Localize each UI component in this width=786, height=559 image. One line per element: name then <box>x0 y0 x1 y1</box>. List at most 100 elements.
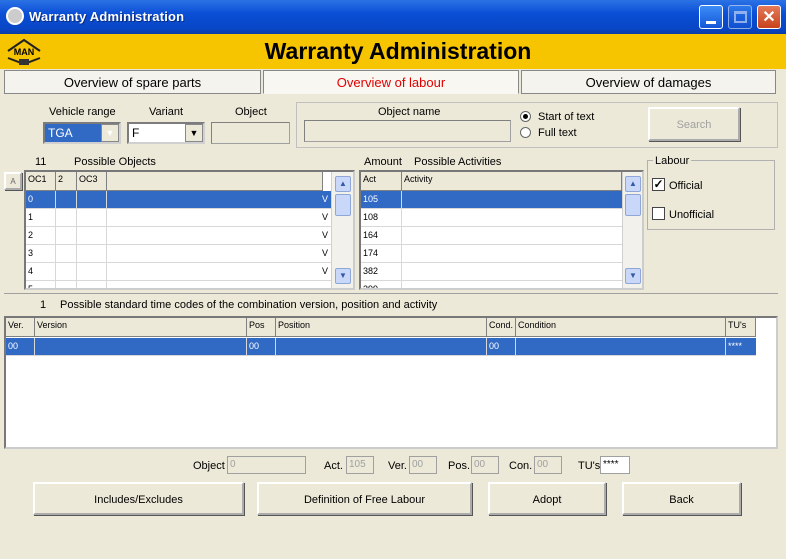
cell-oc1: 3 <box>26 245 56 263</box>
column-header[interactable]: Ver. <box>6 318 35 337</box>
column-header[interactable]: Activity <box>402 172 622 191</box>
object-input[interactable] <box>211 122 290 144</box>
column-header[interactable]: Cond. <box>487 318 516 337</box>
tab-spare-parts[interactable]: Overview of spare parts <box>4 70 261 94</box>
cell-2 <box>56 245 77 263</box>
footer-con-field: 00 <box>534 456 562 474</box>
cell-2 <box>56 263 77 281</box>
column-header[interactable]: Condition <box>516 318 726 337</box>
tab-damages[interactable]: Overview of damages <box>521 70 776 94</box>
back-button[interactable]: Back <box>622 482 741 515</box>
official-label: Official <box>669 180 703 192</box>
cell-oc1: 5 <box>26 281 56 288</box>
table-row[interactable]: 00 00 00 **** <box>6 338 756 356</box>
column-header[interactable] <box>107 172 323 191</box>
close-button[interactable]: ✕ <box>757 5 781 29</box>
chevron-down-icon[interactable]: ▼ <box>185 124 203 142</box>
table-row[interactable]: 1V <box>26 209 331 227</box>
app-icon <box>6 7 24 25</box>
footer-con-label: Con. <box>509 460 533 472</box>
object-name-label: Object name <box>378 106 441 118</box>
column-header[interactable]: OC1 <box>26 172 56 191</box>
unofficial-checkbox[interactable] <box>652 207 665 220</box>
tab-labour[interactable]: Overview of labour <box>263 70 519 94</box>
cell-v: V <box>322 194 329 204</box>
column-header[interactable]: TU's <box>726 318 756 337</box>
column-header[interactable]: 2 <box>56 172 77 191</box>
scroll-thumb[interactable] <box>335 194 351 216</box>
footer-tus-label: TU's <box>578 460 601 472</box>
cell-position <box>276 338 487 356</box>
cell-v: V <box>322 248 329 258</box>
minimize-button[interactable] <box>699 5 723 29</box>
table-row[interactable]: 399 <box>361 281 622 288</box>
table-row[interactable]: 0V <box>26 191 331 209</box>
column-header[interactable]: Act <box>361 172 402 191</box>
window-title: Warranty Administration <box>29 9 185 24</box>
includes-excludes-button[interactable]: Includes/Excludes <box>33 482 244 515</box>
cell-oc3 <box>77 245 107 263</box>
cell-act: 382 <box>361 263 402 281</box>
cell-oc1: 0 <box>26 191 56 209</box>
table-row[interactable]: 5 <box>26 281 331 288</box>
activities-caption: Possible Activities <box>414 156 502 168</box>
cell-activity <box>402 191 622 209</box>
cell-oc1: 2 <box>26 227 56 245</box>
table-row[interactable]: 174 <box>361 245 622 263</box>
cell-pos: 00 <box>247 338 276 356</box>
maximize-icon <box>734 11 747 23</box>
variant-select[interactable]: F ▼ <box>127 122 205 144</box>
table-row[interactable]: 164 <box>361 227 622 245</box>
footer-act-label: Act. <box>324 460 343 472</box>
footer-ver-field: 00 <box>409 456 437 474</box>
objects-caption: Possible Objects <box>74 156 156 168</box>
sort-button[interactable]: A <box>4 172 22 190</box>
scroll-thumb[interactable] <box>625 194 641 216</box>
scroll-down-icon[interactable]: ▼ <box>335 268 351 284</box>
vehicle-range-label: Vehicle range <box>49 106 116 118</box>
cell-activity <box>402 281 622 288</box>
footer-pos-label: Pos. <box>448 460 471 472</box>
cell-v: V <box>322 266 329 276</box>
radio-full-text[interactable] <box>520 127 531 138</box>
cell-2 <box>56 227 77 245</box>
search-button[interactable]: Search <box>648 107 740 141</box>
adopt-button[interactable]: Adopt <box>488 482 606 515</box>
footer-object-label: Object <box>193 460 225 472</box>
object-name-input[interactable] <box>304 120 511 142</box>
objects-count: 11 <box>35 156 47 168</box>
labour-group-label: Labour <box>653 155 692 167</box>
objects-grid: OC1 2 OC3 0V 1V 2V 3V 4V 5 ▲ ▼ <box>24 170 355 290</box>
column-header[interactable]: Pos <box>247 318 276 337</box>
timecodes-grid: Ver. Version Pos Position Cond. Conditio… <box>4 316 778 449</box>
cell-oc3 <box>77 281 107 288</box>
cell-version <box>35 338 247 356</box>
definition-free-labour-button[interactable]: Definition of Free Labour <box>257 482 472 515</box>
table-row[interactable]: 382 <box>361 263 622 281</box>
column-header[interactable]: OC3 <box>77 172 107 191</box>
scroll-up-icon[interactable]: ▲ <box>335 176 351 192</box>
objects-scrollbar[interactable]: ▲ ▼ <box>331 172 353 288</box>
footer-object-field: 0 <box>227 456 306 474</box>
official-checkbox[interactable]: ✓ <box>652 178 665 191</box>
table-row[interactable]: 108 <box>361 209 622 227</box>
activities-grid: Act Activity 105 108 164 174 382 399 ▲ ▼ <box>359 170 644 290</box>
table-row[interactable]: 2V <box>26 227 331 245</box>
activities-scrollbar[interactable]: ▲ ▼ <box>622 172 642 288</box>
vehicle-range-select[interactable]: TGA ▼ <box>43 122 121 144</box>
radio-full-text-label: Full text <box>538 127 577 139</box>
table-row[interactable]: 4V <box>26 263 331 281</box>
column-header[interactable]: Position <box>276 318 487 337</box>
table-row[interactable]: 105 <box>361 191 622 209</box>
chevron-down-icon[interactable]: ▼ <box>101 124 119 142</box>
minimize-icon <box>706 21 716 24</box>
radio-start-of-text[interactable] <box>520 111 531 122</box>
scroll-down-icon[interactable]: ▼ <box>625 268 641 284</box>
variant-value: F <box>132 126 140 140</box>
cell-condition <box>516 338 726 356</box>
cell-act: 174 <box>361 245 402 263</box>
page-title: Warranty Administration <box>264 38 532 64</box>
column-header[interactable]: Version <box>35 318 247 337</box>
table-row[interactable]: 3V <box>26 245 331 263</box>
scroll-up-icon[interactable]: ▲ <box>625 176 641 192</box>
